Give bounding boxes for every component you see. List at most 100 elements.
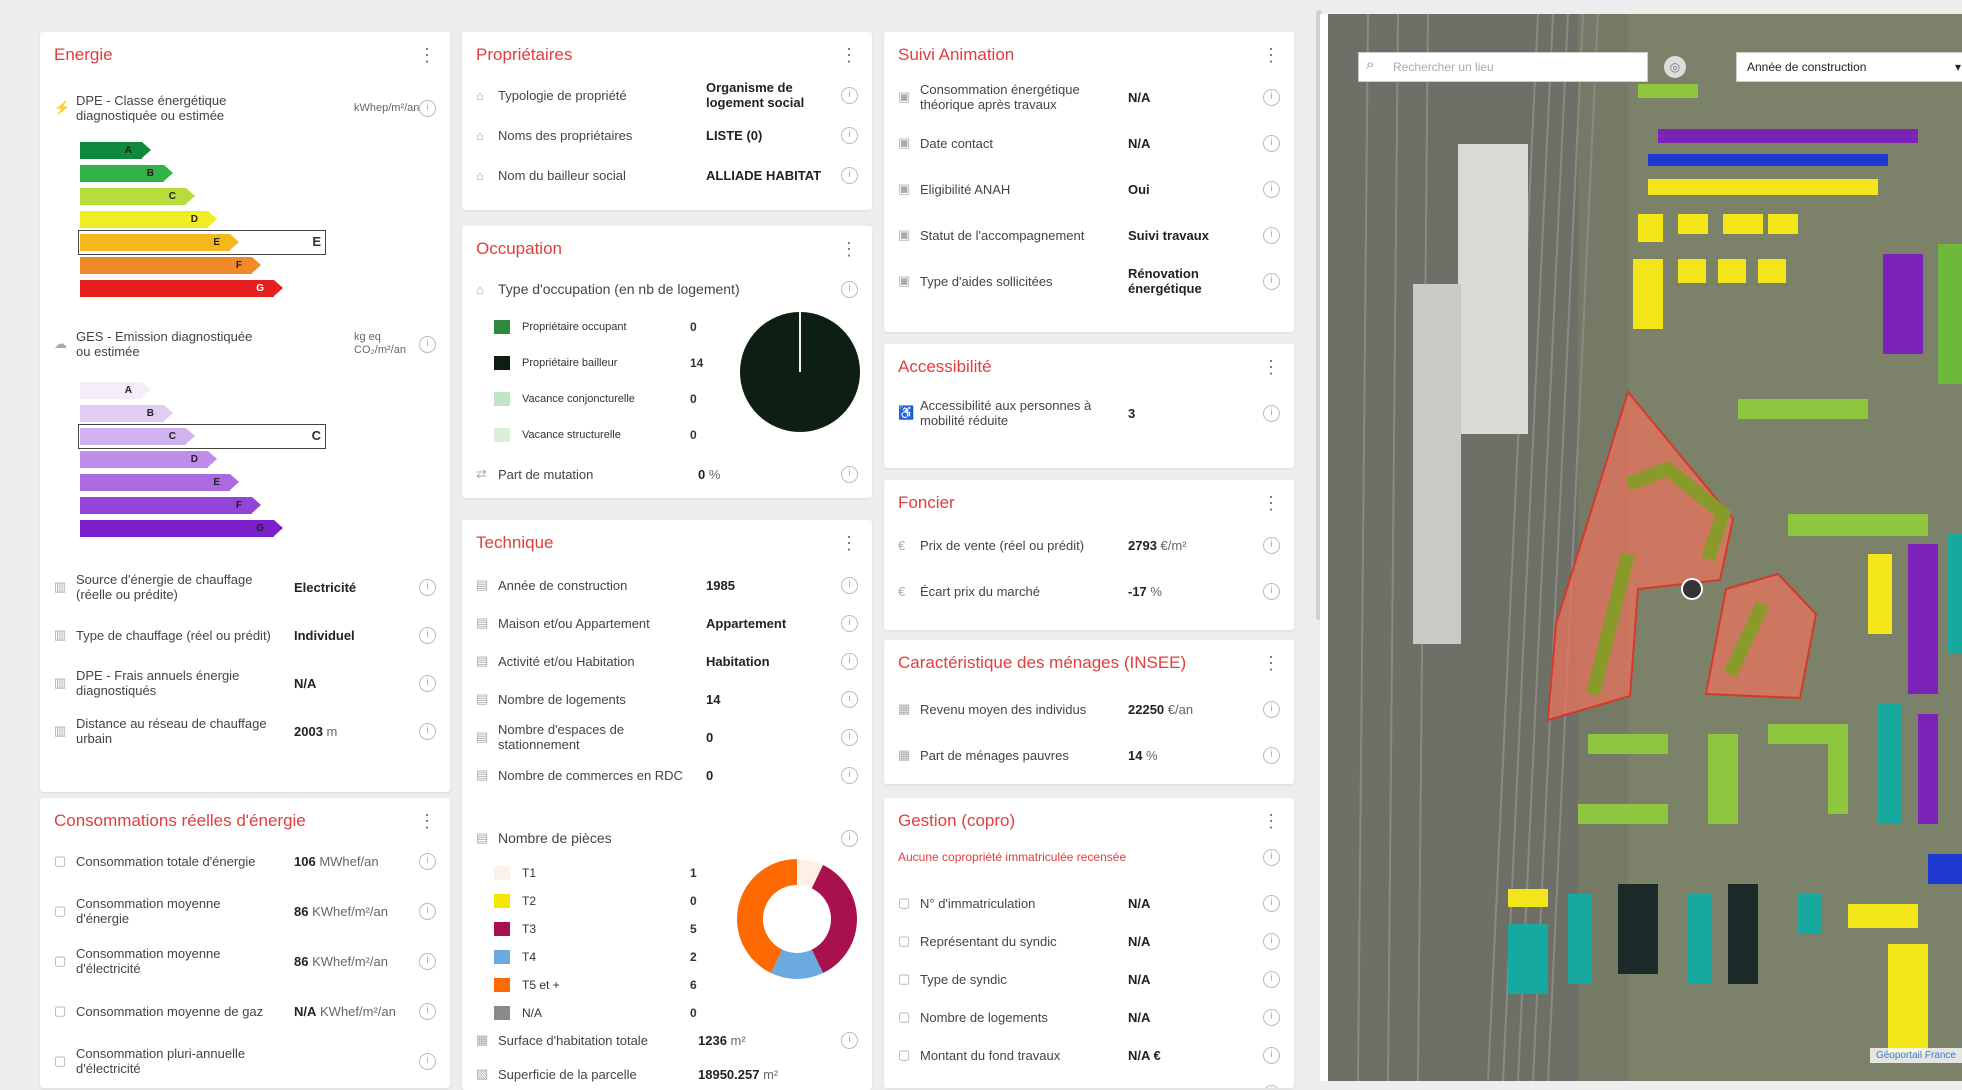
more-vertical-icon[interactable]: ⋮ (1262, 494, 1280, 512)
info-icon[interactable]: i (841, 614, 858, 632)
info-icon[interactable]: i (1263, 700, 1280, 718)
map-view[interactable]: Rechercher un lieu ⌕ ◎ Année de construc… (1320, 14, 1962, 1081)
legend-item: Vacance structurelle 0 (494, 428, 697, 442)
info-icon[interactable]: i (1263, 180, 1280, 198)
more-vertical-icon[interactable]: ⋮ (840, 46, 858, 64)
aerial-map[interactable] (1328, 14, 1962, 1081)
row-value-text: 86 (294, 903, 309, 919)
class-bar-d: D (80, 211, 217, 228)
info-icon[interactable]: i (419, 902, 436, 920)
info-icon[interactable]: i (1263, 894, 1280, 912)
info-icon[interactable]: i (1263, 932, 1280, 950)
row-value: LISTE (0) (706, 128, 762, 143)
info-icon[interactable]: i (1263, 88, 1280, 106)
more-vertical-icon[interactable]: ⋮ (1262, 812, 1280, 830)
card-title: Caractéristique des ménages (INSEE) (898, 653, 1187, 672)
row-value-text: Rénovation énergétique (1128, 266, 1202, 296)
info-icon[interactable]: i (1263, 970, 1280, 988)
info-icon[interactable]: i (1263, 582, 1280, 600)
info-icon[interactable]: i (1263, 746, 1280, 764)
info-icon[interactable]: i (841, 166, 858, 184)
map-search-input[interactable]: Rechercher un lieu (1358, 52, 1648, 82)
station-roof (1458, 144, 1528, 434)
info-icon[interactable]: i (1263, 272, 1280, 290)
row-label: Nombre de logements (498, 691, 626, 707)
energy-icon: ⚡ (54, 100, 71, 115)
more-vertical-icon[interactable]: ⋮ (840, 240, 858, 258)
detail-row: ▤ Année de construction 1985 i (476, 570, 858, 600)
card-title: Foncier (898, 493, 955, 512)
info-icon[interactable]: i (841, 126, 858, 144)
info-icon[interactable]: i (1263, 536, 1280, 554)
info-icon[interactable]: i (841, 652, 858, 670)
info-icon[interactable]: i (841, 576, 858, 594)
locate-icon[interactable]: ◎ (1664, 56, 1686, 78)
row-label: Nom du bailleur social (498, 167, 626, 183)
info-icon[interactable]: i (419, 852, 436, 870)
info-icon[interactable]: i (1263, 849, 1280, 866)
info-icon[interactable]: i (841, 86, 858, 104)
row-value-text: 106 (294, 853, 316, 869)
more-vertical-icon[interactable]: ⋮ (418, 812, 436, 830)
surface-unit: m² (730, 1032, 746, 1048)
ges-row: ☁ GES - Emission diagnostiquée ou estimé… (54, 328, 436, 360)
row-label: Nombre d'espaces de stationnement (498, 722, 625, 752)
row-value-text: N/A (1128, 1086, 1150, 1089)
detail-row: ▢ Montant du fond travaux N/A € i (898, 1040, 1280, 1070)
more-vertical-icon[interactable]: ⋮ (1262, 358, 1280, 376)
info-icon[interactable]: i (841, 728, 858, 746)
row-value-text: Individuel (294, 627, 355, 643)
info-icon[interactable]: i (1263, 1084, 1280, 1088)
info-icon[interactable]: i (419, 674, 436, 692)
layer-filter-select[interactable]: Année de construction ▾ (1736, 52, 1962, 82)
map-pin-icon[interactable] (1681, 578, 1703, 600)
info-icon[interactable]: i (841, 766, 858, 784)
class-bar-a: A (80, 142, 151, 159)
info-icon[interactable]: i (419, 1052, 436, 1070)
row-value-text: Electricité (294, 579, 357, 595)
legend-value: 14 (690, 356, 704, 370)
info-icon[interactable]: i (419, 952, 436, 970)
info-icon[interactable]: i (841, 1031, 858, 1049)
info-icon[interactable]: i (841, 465, 858, 483)
row-value-text: N/A (1128, 933, 1151, 949)
info-icon[interactable]: i (841, 829, 858, 847)
card-energie: Energie ⋮ ⚡ DPE - Classe énergétique dia… (40, 32, 450, 792)
row-label: Consommation pluri-annuelle d'électricit… (76, 1046, 246, 1076)
row-icon: ▥ (54, 579, 67, 594)
row-unit: MWhef/an (315, 853, 379, 869)
info-icon[interactable]: i (419, 722, 436, 740)
legend-item: T2 0 (494, 894, 697, 908)
info-icon[interactable]: i (841, 690, 858, 708)
detail-row: ▣ Consommation énergétique théorique aprè… (898, 82, 1280, 112)
info-icon[interactable]: i (1263, 226, 1280, 244)
row-value-text: 14 (706, 691, 721, 707)
pieces-label: Nombre de pièces (498, 829, 612, 846)
info-icon[interactable]: i (419, 626, 436, 644)
info-icon[interactable]: i (419, 1002, 436, 1020)
row-label: Accessibilité aux personnes à mobilité r… (920, 398, 1092, 428)
row-value: Individuel (294, 628, 355, 643)
map-attribution[interactable]: Géoportail France (1869, 1048, 1962, 1063)
detail-row: ▣ Statut de l'accompagnement Suivi travaux… (898, 220, 1280, 250)
parcelle-label: Superficie de la parcelle (498, 1066, 637, 1082)
more-vertical-icon[interactable]: ⋮ (840, 534, 858, 552)
info-icon[interactable]: i (1263, 1046, 1280, 1064)
more-vertical-icon[interactable]: ⋮ (418, 46, 436, 64)
info-icon[interactable]: i (419, 99, 436, 117)
row-value-text: N/A € (1128, 1047, 1161, 1063)
row-value: 14 (706, 692, 720, 707)
info-icon[interactable]: i (419, 335, 436, 353)
more-vertical-icon[interactable]: ⋮ (1262, 46, 1280, 64)
card-consommations: Consommations réelles d'énergie ⋮ ▢ Conso… (40, 798, 450, 1088)
row-icon: ▣ (898, 135, 911, 150)
detail-row: ▤ Activité et/ou Habitation Habitation i (476, 646, 858, 676)
more-vertical-icon[interactable]: ⋮ (1262, 654, 1280, 672)
info-icon[interactable]: i (419, 578, 436, 596)
info-icon[interactable]: i (1263, 134, 1280, 152)
row-value-text: N/A (1128, 89, 1151, 105)
info-icon[interactable]: i (1263, 404, 1280, 422)
info-icon[interactable]: i (1263, 1008, 1280, 1026)
row-icon: ▣ (898, 181, 911, 196)
info-icon[interactable]: i (841, 281, 858, 298)
